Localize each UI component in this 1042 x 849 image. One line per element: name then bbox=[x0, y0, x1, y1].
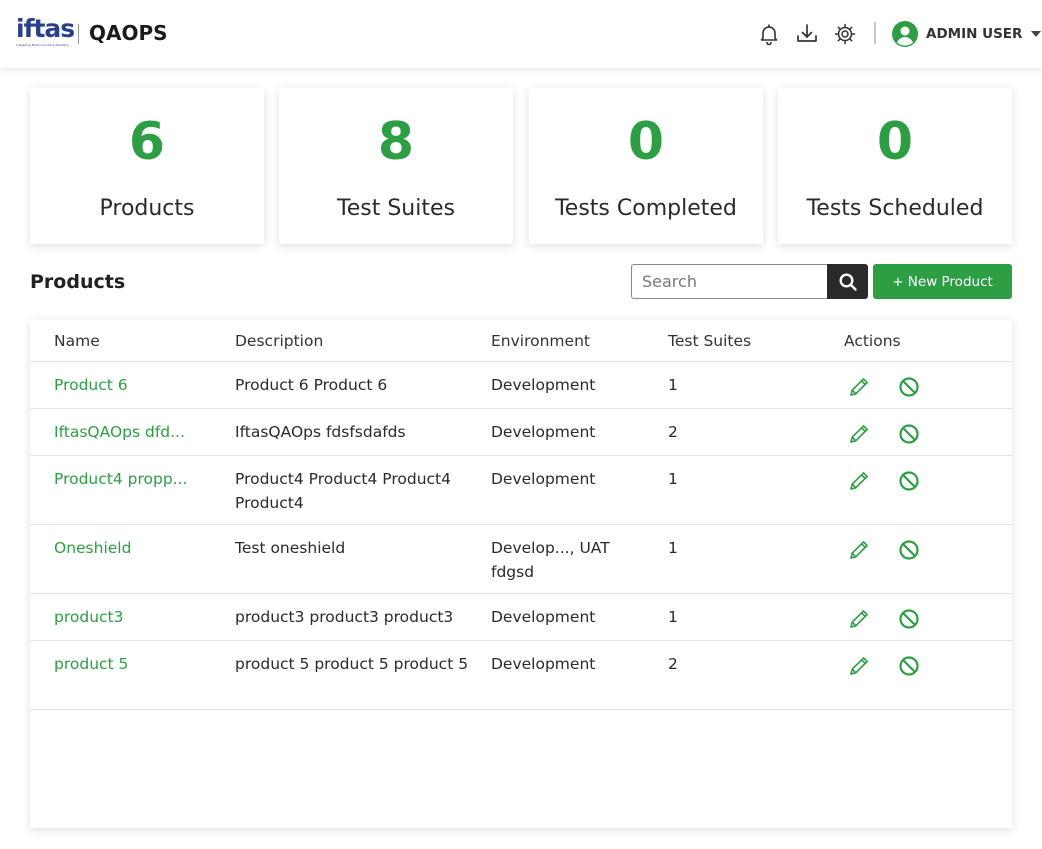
top-navbar: iftas A Reserve Bank of India Subsidiary… bbox=[0, 0, 1042, 68]
search-bar bbox=[631, 264, 868, 299]
logo-text: iftas bbox=[16, 14, 75, 43]
disable-block-icon[interactable] bbox=[897, 375, 921, 399]
product-test-suites: 2 bbox=[668, 655, 678, 673]
search-button[interactable] bbox=[827, 264, 868, 299]
product-environment: Development bbox=[491, 608, 596, 626]
product-test-suites: 1 bbox=[668, 376, 678, 394]
edit-pencil-icon[interactable] bbox=[847, 422, 871, 446]
download-icon[interactable] bbox=[795, 22, 819, 46]
product-environment: Development bbox=[491, 423, 596, 441]
product-description: product3 product3 product3 bbox=[235, 608, 454, 626]
disable-block-icon[interactable] bbox=[897, 607, 921, 631]
product-test-suites: 2 bbox=[668, 423, 678, 441]
column-header-environment[interactable]: Environment bbox=[491, 331, 590, 351]
table-row: IftasQAOps dfd... IftasQAOps fdsfsdafds … bbox=[30, 409, 1012, 456]
product-name-link[interactable]: product 5 bbox=[54, 652, 214, 676]
app-title: QAOPS bbox=[89, 21, 168, 45]
stat-card-tests-scheduled[interactable]: 0 Tests Scheduled bbox=[778, 88, 1012, 244]
disable-block-icon[interactable] bbox=[897, 469, 921, 493]
stat-value: 0 bbox=[627, 112, 665, 172]
table-header: Name Description Environment Test Suites… bbox=[30, 320, 1012, 362]
iftas-logo[interactable]: iftas A Reserve Bank of India Subsidiary bbox=[16, 14, 75, 50]
product-name-link[interactable]: Oneshield bbox=[54, 536, 214, 560]
search-input[interactable] bbox=[631, 264, 827, 299]
table-row: Oneshield Test oneshield Develop..., UAT… bbox=[30, 525, 1012, 594]
user-menu[interactable]: ADMIN USER bbox=[892, 20, 1042, 48]
edit-pencil-icon[interactable] bbox=[847, 654, 871, 678]
product-name-link[interactable]: IftasQAOps dfd... bbox=[54, 420, 214, 444]
product-description: Product4 Product4 Product4 Product4 bbox=[235, 470, 451, 512]
product-description: Test oneshield bbox=[235, 539, 346, 557]
stat-label: Test Suites bbox=[337, 196, 455, 221]
stat-label: Tests Completed bbox=[555, 196, 737, 221]
header-divider bbox=[874, 22, 876, 44]
table-row: product3 product3 product3 product3 Deve… bbox=[30, 594, 1012, 641]
product-environment: Development bbox=[491, 655, 596, 673]
product-environment: Development bbox=[491, 376, 596, 394]
product-environment: Develop..., UAT fdgsd bbox=[491, 539, 610, 581]
table-row: Product 6 Product 6 Product 6 Developmen… bbox=[30, 362, 1012, 409]
product-name-link[interactable]: product3 bbox=[54, 605, 214, 629]
stat-label: Products bbox=[99, 196, 195, 221]
edit-pencil-icon[interactable] bbox=[847, 607, 871, 631]
product-description: product 5 product 5 product 5 bbox=[235, 655, 469, 673]
chevron-down-icon bbox=[1031, 31, 1042, 37]
stat-value: 6 bbox=[128, 112, 166, 172]
stat-label: Tests Scheduled bbox=[806, 196, 984, 221]
stat-card-products[interactable]: 6 Products bbox=[30, 88, 264, 244]
new-product-button[interactable]: + New Product bbox=[873, 264, 1012, 299]
bell-icon[interactable] bbox=[757, 22, 781, 46]
disable-block-icon[interactable] bbox=[897, 654, 921, 678]
product-test-suites: 1 bbox=[668, 470, 678, 488]
product-description: IftasQAOps fdsfsdafds bbox=[235, 423, 406, 441]
edit-pencil-icon[interactable] bbox=[847, 538, 871, 562]
disable-block-icon[interactable] bbox=[897, 538, 921, 562]
product-environment: Development bbox=[491, 470, 596, 488]
stat-card-test-suites[interactable]: 8 Test Suites bbox=[279, 88, 513, 244]
stat-card-tests-completed[interactable]: 0 Tests Completed bbox=[529, 88, 763, 244]
edit-pencil-icon[interactable] bbox=[847, 469, 871, 493]
settings-icon[interactable] bbox=[833, 22, 857, 46]
product-test-suites: 1 bbox=[668, 608, 678, 626]
column-header-name[interactable]: Name bbox=[54, 331, 100, 351]
logo-divider bbox=[78, 24, 79, 44]
user-avatar-icon bbox=[892, 21, 918, 47]
disable-block-icon[interactable] bbox=[897, 422, 921, 446]
product-name-link[interactable]: Product 6 bbox=[54, 373, 214, 397]
stat-value: 8 bbox=[377, 112, 415, 172]
column-header-description[interactable]: Description bbox=[235, 331, 323, 351]
edit-pencil-icon[interactable] bbox=[847, 375, 871, 399]
product-test-suites: 1 bbox=[668, 539, 678, 557]
table-row: Product4 propp... Product4 Product4 Prod… bbox=[30, 456, 1012, 525]
product-name-link[interactable]: Product4 propp... bbox=[54, 467, 214, 491]
products-section-title: Products bbox=[30, 271, 126, 293]
products-table: Name Description Environment Test Suites… bbox=[30, 320, 1012, 828]
logo-subtext: A Reserve Bank of India Subsidiary bbox=[16, 43, 69, 47]
column-header-test-suites[interactable]: Test Suites bbox=[668, 331, 751, 351]
column-header-actions: Actions bbox=[844, 332, 901, 350]
table-row: product 5 product 5 product 5 product 5 … bbox=[30, 641, 1012, 710]
stat-value: 0 bbox=[876, 112, 914, 172]
search-icon bbox=[838, 272, 857, 291]
product-description: Product 6 Product 6 bbox=[235, 376, 388, 394]
user-name: ADMIN USER bbox=[926, 26, 1023, 42]
